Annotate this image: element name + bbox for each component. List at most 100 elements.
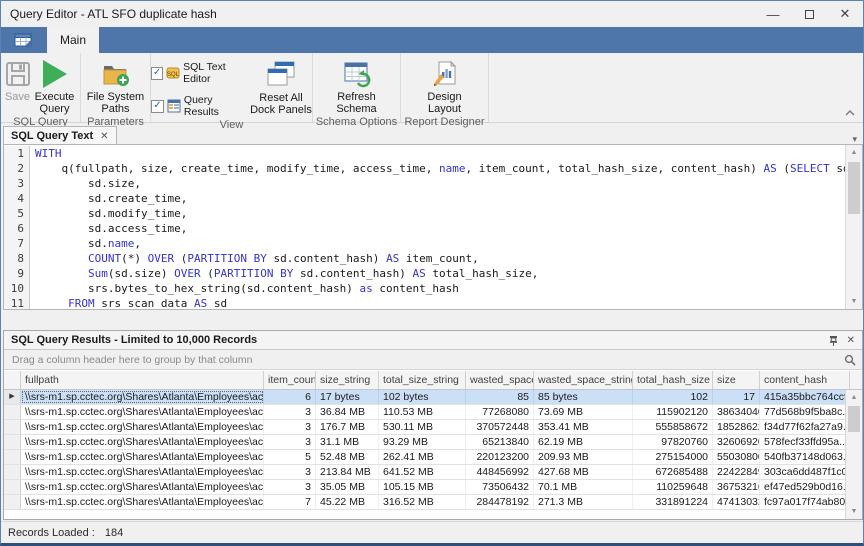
execute-query-button[interactable]: Execute Query — [32, 55, 78, 115]
grid-cell-size[interactable]: 185286224 — [713, 420, 760, 434]
tab-close-icon[interactable]: ✕ — [100, 131, 108, 142]
grid-cell-wasted_space_string[interactable]: 271.3 MB — [534, 495, 633, 509]
grid-cell-total_size_string[interactable]: 316.52 MB — [379, 495, 466, 509]
grid-cell-total_size_string[interactable]: 641.52 MB — [379, 465, 466, 479]
grid-cell-wasted_space[interactable]: 448456992 — [466, 465, 534, 479]
row-indicator[interactable]: ▶ — [4, 390, 21, 404]
save-button[interactable]: Save — [4, 55, 32, 103]
column-header-wasted_space_string[interactable]: wasted_space_string — [534, 371, 633, 389]
grid-cell-fullpath[interactable]: \\srs-m1.sp.cctec.org\Shares\Atlanta\Emp… — [21, 465, 264, 479]
column-header-content_hash[interactable]: content_hash — [760, 371, 850, 389]
grid-cell-total_size_string[interactable]: 105.15 MB — [379, 480, 466, 494]
close-button[interactable]: ✕ — [827, 1, 863, 27]
app-menu-button[interactable] — [1, 27, 47, 53]
ribbon-collapse-icon[interactable] — [845, 110, 855, 116]
row-indicator[interactable] — [4, 420, 21, 434]
table-row[interactable]: \\srs-m1.sp.cctec.org\Shares\Atlanta\Emp… — [4, 465, 862, 480]
table-row[interactable]: ▶\\srs-m1.sp.cctec.org\Shares\Atlanta\Em… — [4, 390, 862, 405]
groupby-panel[interactable]: Drag a column header here to group by th… — [4, 350, 862, 370]
grid-cell-size_string[interactable]: 176.7 MB — [316, 420, 379, 434]
grid-cell-total_hash_size[interactable]: 102 — [633, 390, 713, 404]
grid-cell-wasted_space[interactable]: 73506432 — [466, 480, 534, 494]
grid-cell-content_hash[interactable]: 415a35bbc764ccf... — [760, 390, 850, 404]
grid-cell-wasted_space[interactable]: 65213840 — [466, 435, 534, 449]
grid-cell-size[interactable]: 38634040 — [713, 405, 760, 419]
search-icon[interactable] — [844, 354, 862, 366]
grid-cell-wasted_space_string[interactable]: 70.1 MB — [534, 480, 633, 494]
grid-cell-wasted_space[interactable]: 370572448 — [466, 420, 534, 434]
refresh-schema-button[interactable]: Refresh Schema — [332, 55, 382, 115]
grid-cell-size_string[interactable]: 36.84 MB — [316, 405, 379, 419]
scroll-down-icon[interactable]: ▼ — [846, 504, 862, 519]
grid-cell-total_size_string[interactable]: 102 bytes — [379, 390, 466, 404]
grid-cell-fullpath[interactable]: \\srs-m1.sp.cctec.org\Shares\Atlanta\Emp… — [21, 450, 264, 464]
grid-cell-size_string[interactable]: 17 bytes — [316, 390, 379, 404]
checkbox-query-results[interactable]: ✓ Query Results — [151, 94, 250, 118]
column-header-wasted_space[interactable]: wasted_space — [466, 371, 534, 389]
tab-sql-query-text[interactable]: SQL Query Text ✕ — [3, 126, 117, 145]
grid-cell-wasted_space[interactable]: 220123200 — [466, 450, 534, 464]
checkbox-sql-text-editor[interactable]: ✓ SQL SQL Text Editor — [151, 61, 250, 85]
grid-cell-content_hash[interactable]: 303ca6dd487f1c0... — [760, 465, 850, 479]
grid-cell-wasted_space_string[interactable]: 73.69 MB — [534, 405, 633, 419]
scroll-up-icon[interactable]: ▲ — [846, 390, 862, 405]
grid-cell-total_hash_size[interactable]: 672685488 — [633, 465, 713, 479]
column-header-indicator[interactable] — [4, 371, 21, 389]
row-indicator[interactable] — [4, 495, 21, 509]
grid-cell-size_string[interactable]: 45.22 MB — [316, 495, 379, 509]
grid-cell-size_string[interactable]: 213.84 MB — [316, 465, 379, 479]
grid-cell-content_hash[interactable]: ef47ed529b0d16... — [760, 480, 850, 494]
column-header-fullpath[interactable]: fullpath — [21, 371, 264, 389]
results-caption-bar[interactable]: SQL Query Results - Limited to 10,000 Re… — [4, 331, 862, 350]
file-system-paths-button[interactable]: File System Paths — [85, 55, 147, 115]
grid-cell-item_count[interactable]: 3 — [264, 435, 316, 449]
grid-cell-size_string[interactable]: 31.1 MB — [316, 435, 379, 449]
minimize-button[interactable]: — — [755, 1, 791, 27]
scroll-down-icon[interactable]: ▼ — [846, 294, 862, 309]
grid-cell-total_size_string[interactable]: 530.11 MB — [379, 420, 466, 434]
editor-scroll-thumb[interactable] — [848, 162, 860, 214]
grid-cell-size[interactable]: 47413032 — [713, 495, 760, 509]
grid-cell-total_hash_size[interactable]: 110259648 — [633, 480, 713, 494]
row-indicator[interactable] — [4, 480, 21, 494]
table-row[interactable]: \\srs-m1.sp.cctec.org\Shares\Atlanta\Emp… — [4, 405, 862, 420]
grid-cell-size[interactable]: 32606920 — [713, 435, 760, 449]
grid-cell-fullpath[interactable]: \\srs-m1.sp.cctec.org\Shares\Atlanta\Emp… — [21, 390, 264, 404]
scroll-up-icon[interactable]: ▲ — [846, 145, 862, 160]
column-header-item_count[interactable]: item_count — [264, 371, 316, 389]
table-row[interactable]: \\srs-m1.sp.cctec.org\Shares\Atlanta\Emp… — [4, 495, 862, 510]
grid-cell-item_count[interactable]: 5 — [264, 450, 316, 464]
grid-cell-size[interactable]: 55030800 — [713, 450, 760, 464]
grid-cell-wasted_space[interactable]: 284478192 — [466, 495, 534, 509]
table-row[interactable]: \\srs-m1.sp.cctec.org\Shares\Atlanta\Emp… — [4, 435, 862, 450]
grid-cell-size[interactable]: 224228496 — [713, 465, 760, 479]
maximize-button[interactable] — [791, 1, 827, 27]
grid-cell-total_size_string[interactable]: 93.29 MB — [379, 435, 466, 449]
grid-cell-wasted_space_string[interactable]: 85 bytes — [534, 390, 633, 404]
editor-scrollbar[interactable]: ▲ ▼ — [845, 145, 862, 309]
grid-cell-item_count[interactable]: 3 — [264, 465, 316, 479]
grid-cell-content_hash[interactable]: 540fb37148d063... — [760, 450, 850, 464]
grid-cell-wasted_space[interactable]: 85 — [466, 390, 534, 404]
grid-cell-fullpath[interactable]: \\srs-m1.sp.cctec.org\Shares\Atlanta\Emp… — [21, 495, 264, 509]
grid-cell-content_hash[interactable]: fc97a017f74ab80... — [760, 495, 850, 509]
panel-close-icon[interactable]: ✕ — [847, 335, 855, 346]
table-row[interactable]: \\srs-m1.sp.cctec.org\Shares\Atlanta\Emp… — [4, 420, 862, 435]
row-indicator[interactable] — [4, 435, 21, 449]
column-header-total_hash_size[interactable]: total_hash_size — [633, 371, 713, 389]
grid-cell-content_hash[interactable]: 77d568b9f5ba8c... — [760, 405, 850, 419]
grid-cell-wasted_space_string[interactable]: 353.41 MB — [534, 420, 633, 434]
grid-cell-fullpath[interactable]: \\srs-m1.sp.cctec.org\Shares\Atlanta\Emp… — [21, 435, 264, 449]
grid-cell-content_hash[interactable]: 578fecf33ffd95a... — [760, 435, 850, 449]
grid-cell-wasted_space[interactable]: 77268080 — [466, 405, 534, 419]
column-header-total_size_string[interactable]: total_size_string — [379, 371, 466, 389]
grid-scrollbar[interactable]: ▲ ▼ — [845, 390, 862, 519]
grid-cell-fullpath[interactable]: \\srs-m1.sp.cctec.org\Shares\Atlanta\Emp… — [21, 405, 264, 419]
grid-scroll-thumb[interactable] — [848, 406, 860, 432]
grid-cell-size[interactable]: 36753216 — [713, 480, 760, 494]
column-header-size_string[interactable]: size_string — [316, 371, 379, 389]
reset-dock-panels-button[interactable]: Reset All Dock Panels — [250, 56, 312, 116]
grid-cell-total_hash_size[interactable]: 555858672 — [633, 420, 713, 434]
tab-main[interactable]: Main — [47, 27, 99, 53]
grid-cell-item_count[interactable]: 3 — [264, 420, 316, 434]
